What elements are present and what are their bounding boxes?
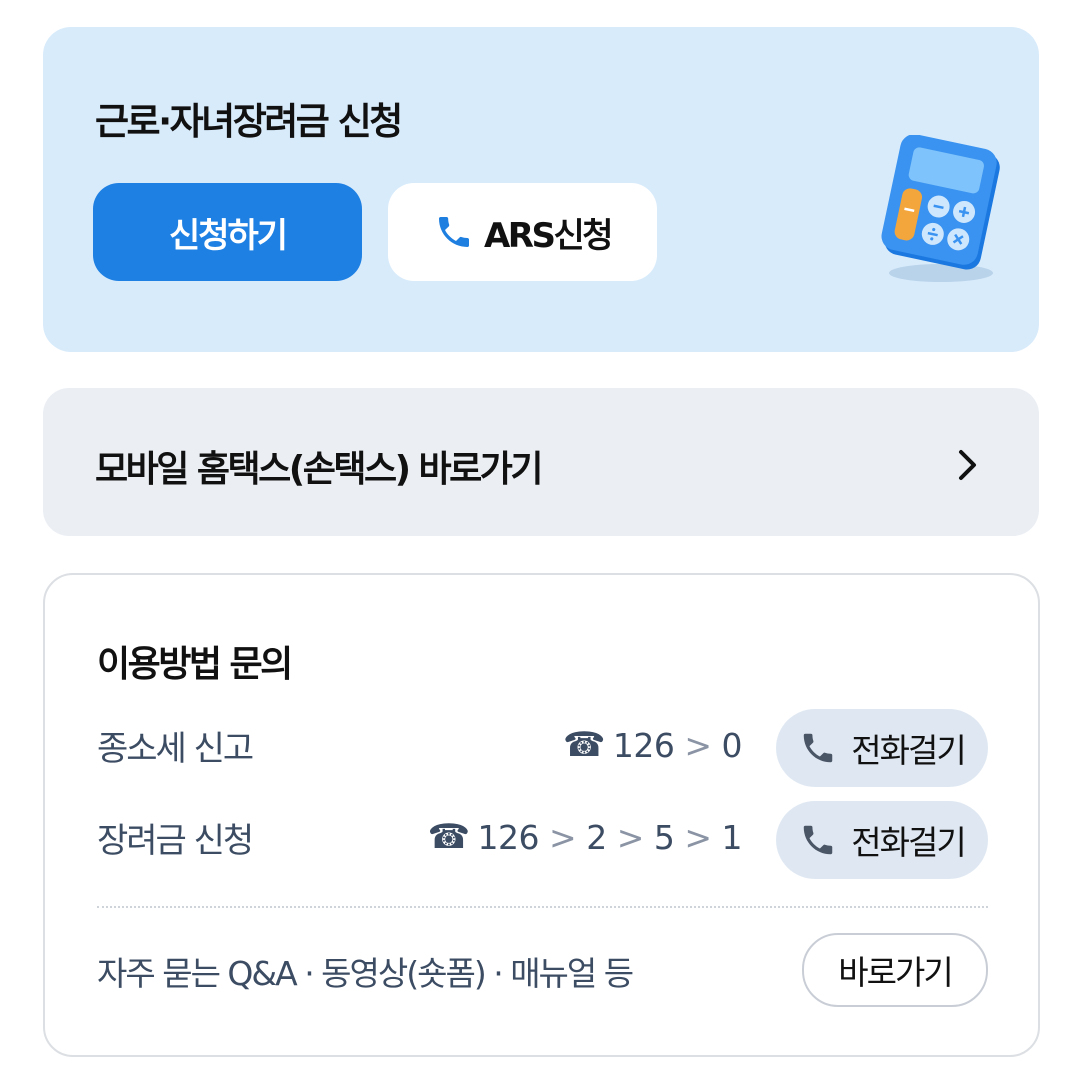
inquiry-row-number: ☎ 126 > 2 > 5 > 1 bbox=[427, 817, 743, 857]
inquiry-title: 이용방법 문의 bbox=[97, 644, 293, 685]
calculator-icon bbox=[881, 135, 1000, 282]
goto-button[interactable]: 바로가기 bbox=[802, 933, 988, 1007]
inquiry-row-number: ☎ 126 > 0 bbox=[562, 725, 743, 765]
number-separator: > bbox=[549, 817, 577, 857]
number-part: 0 bbox=[721, 725, 743, 765]
inquiry-row-label: 종소세 신고 bbox=[97, 729, 254, 769]
divider bbox=[97, 906, 988, 908]
apply-title: 근로·자녀장려금 신청 bbox=[95, 100, 403, 143]
number-separator: > bbox=[684, 817, 712, 857]
phone-icon bbox=[438, 217, 469, 247]
number-part: 1 bbox=[721, 817, 743, 857]
number-part: 2 bbox=[586, 817, 607, 857]
call-button[interactable]: 전화걸기 bbox=[776, 801, 988, 879]
call-button-label: 전화걸기 bbox=[851, 731, 966, 770]
number-separator: > bbox=[684, 725, 712, 765]
hometax-label: 모바일 홈택스(손택스) 바로가기 bbox=[95, 449, 544, 490]
ars-apply-label: ARS신청 bbox=[483, 215, 614, 256]
number-part: 5 bbox=[653, 817, 675, 857]
number-part: 126 bbox=[477, 817, 540, 857]
call-button-label: 전화걸기 bbox=[851, 823, 966, 862]
call-button[interactable]: 전화걸기 bbox=[776, 709, 988, 787]
faq-label: 자주 묻는 Q&A · 동영상(숏폼) · 매뉴얼 등 bbox=[97, 954, 634, 993]
number-part: 126 bbox=[612, 725, 675, 765]
chevron-right-icon bbox=[959, 450, 976, 480]
phone-icon bbox=[804, 825, 833, 855]
inquiry-card: 이용방법 문의 종소세 신고 ☎ 126 > 0 전화걸기 장려금 신청 ☎ 1… bbox=[43, 573, 1040, 1057]
apply-button[interactable]: 신청하기 bbox=[93, 183, 362, 281]
phone-icon bbox=[804, 733, 833, 763]
phone-symbol-icon: ☎ bbox=[427, 817, 470, 857]
ars-apply-button[interactable]: ARS신청 bbox=[388, 183, 657, 281]
inquiry-row-label: 장려금 신청 bbox=[97, 821, 254, 861]
hometax-link[interactable]: 모바일 홈택스(손택스) 바로가기 bbox=[43, 388, 1039, 536]
phone-symbol-icon: ☎ bbox=[562, 725, 605, 765]
number-separator: > bbox=[616, 817, 645, 857]
apply-card: 근로·자녀장려금 신청 신청하기 ARS신청 bbox=[43, 27, 1039, 352]
